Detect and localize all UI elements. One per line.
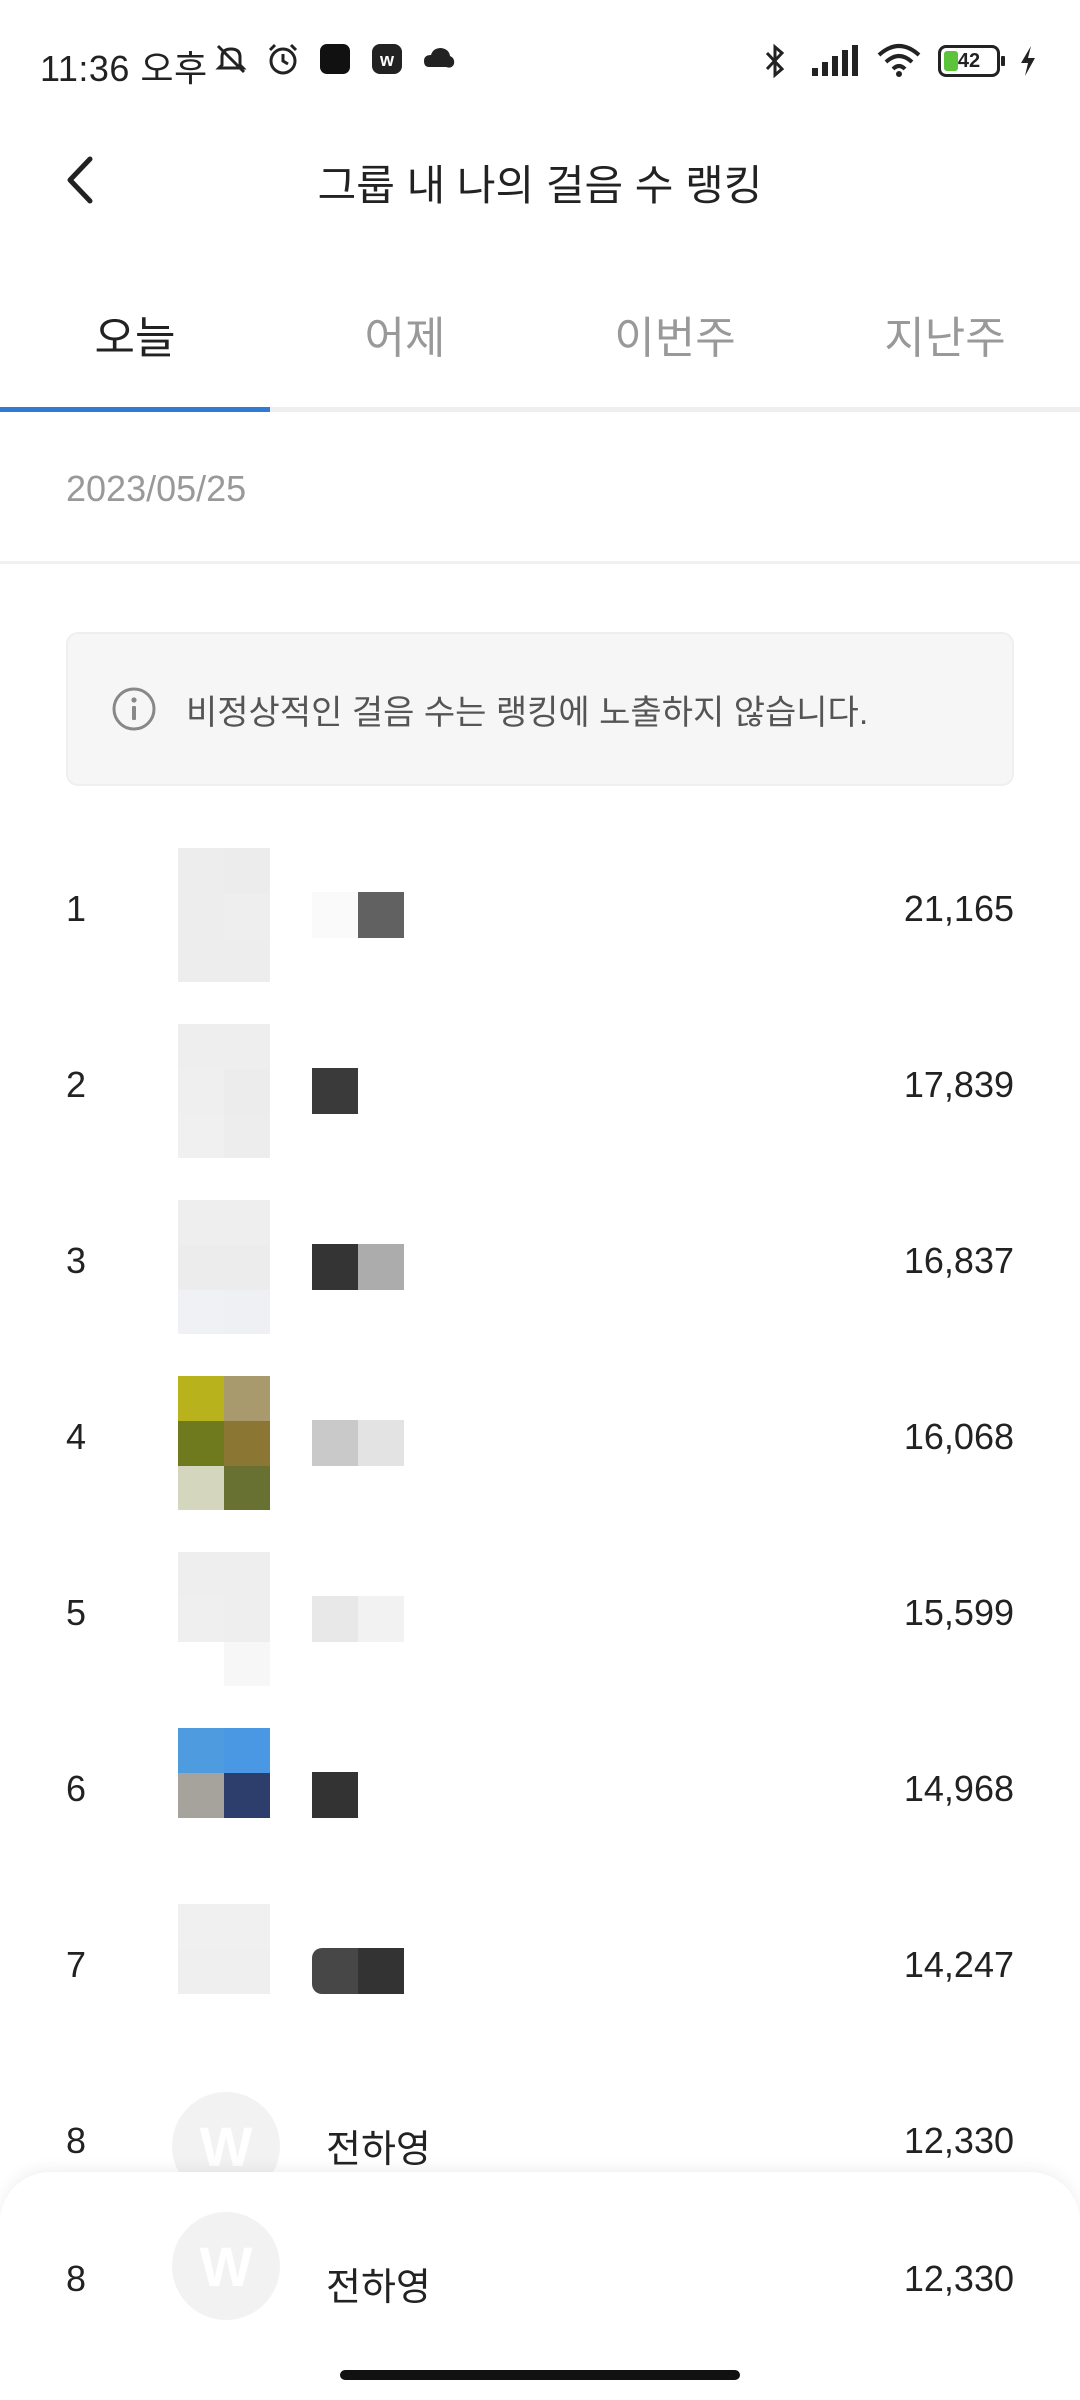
rank-number: 1 bbox=[66, 888, 87, 929]
avatar bbox=[178, 1904, 270, 2038]
tab-this-week[interactable]: 이번주 bbox=[540, 270, 810, 407]
ranking-row[interactable]: 1 21,165 bbox=[0, 820, 1080, 996]
rank-number: 8 bbox=[66, 2120, 87, 2161]
step-count: 17,839 bbox=[903, 1064, 1014, 1105]
alarm-icon bbox=[264, 40, 302, 78]
svg-text:w: w bbox=[379, 50, 395, 70]
tab-today[interactable]: 오늘 bbox=[0, 270, 270, 412]
notice-banner: 비정상적인 걸음 수는 랭킹에 노출하지 않습니다. bbox=[66, 632, 1014, 786]
home-indicator[interactable] bbox=[340, 2370, 740, 2380]
rank-number: 4 bbox=[66, 1416, 87, 1457]
avatar bbox=[178, 1552, 270, 1686]
avatar bbox=[178, 1376, 270, 1510]
notice-text: 비정상적인 걸음 수는 랭킹에 노출하지 않습니다. bbox=[186, 693, 869, 732]
step-count: 12,330 bbox=[903, 2120, 1014, 2161]
info-icon bbox=[110, 685, 158, 733]
ranking-row[interactable]: 7 14,247 bbox=[0, 1876, 1080, 2052]
member-name-masked bbox=[312, 1420, 404, 1466]
rank-number: 6 bbox=[66, 1768, 87, 1809]
cloud-icon bbox=[420, 40, 458, 78]
date-label: 2023/05/25 bbox=[66, 468, 247, 509]
battery-level: 42 bbox=[957, 49, 981, 72]
step-count: 21,165 bbox=[903, 888, 1014, 929]
avatar bbox=[178, 1200, 270, 1334]
signal-icon bbox=[810, 42, 860, 80]
member-name-masked bbox=[312, 1948, 404, 1994]
avatar bbox=[178, 1024, 270, 1158]
member-name-masked bbox=[312, 1596, 404, 1642]
rank-number: 3 bbox=[66, 1240, 87, 1281]
date-row: 2023/05/25 bbox=[0, 412, 1080, 564]
charging-icon bbox=[1016, 42, 1040, 80]
member-name: 전하영 bbox=[326, 2129, 431, 2171]
status-system-icons: 42 bbox=[756, 42, 1040, 80]
bluetooth-icon bbox=[756, 42, 794, 80]
page-title: 그룹 내 나의 걸음 수 랭킹 bbox=[317, 162, 763, 209]
member-name-masked bbox=[312, 1244, 404, 1290]
avatar bbox=[178, 848, 270, 982]
my-rank-number: 8 bbox=[66, 2258, 87, 2299]
tab-last-week[interactable]: 지난주 bbox=[810, 270, 1080, 407]
rank-number: 2 bbox=[66, 1064, 87, 1105]
step-count: 15,599 bbox=[903, 1592, 1014, 1633]
status-bar: 11:36 오후 w 42 bbox=[0, 0, 1080, 130]
tab-yesterday[interactable]: 어제 bbox=[270, 270, 540, 407]
member-name-masked bbox=[312, 1068, 358, 1114]
w-app-icon: w bbox=[368, 40, 406, 78]
my-name: 전하영 bbox=[326, 2267, 431, 2309]
app-header: 그룹 내 나의 걸음 수 랭킹 bbox=[0, 130, 1080, 230]
step-count: 16,068 bbox=[903, 1416, 1014, 1457]
ranking-row[interactable]: 4 16,068 bbox=[0, 1348, 1080, 1524]
member-name-masked bbox=[312, 1772, 358, 1818]
period-tabs: 오늘 어제 이번주 지난주 bbox=[0, 270, 1080, 412]
ranking-row[interactable]: 3 16,837 bbox=[0, 1172, 1080, 1348]
step-count: 14,968 bbox=[903, 1768, 1014, 1809]
app-black-icon bbox=[316, 40, 354, 78]
rank-number: 7 bbox=[66, 1944, 87, 1985]
avatar bbox=[178, 1728, 270, 1862]
battery-icon: 42 bbox=[938, 45, 1005, 77]
step-count: 16,837 bbox=[903, 1240, 1014, 1281]
step-count: 14,247 bbox=[903, 1944, 1014, 1985]
w-avatar-icon: W bbox=[172, 2212, 280, 2320]
member-name-masked bbox=[312, 892, 404, 938]
ranking-row[interactable]: 6 14,968 bbox=[0, 1700, 1080, 1876]
wifi-icon bbox=[876, 42, 922, 80]
status-time: 11:36 오후 bbox=[40, 48, 208, 89]
rank-number: 5 bbox=[66, 1592, 87, 1633]
ranking-row[interactable]: 5 15,599 bbox=[0, 1524, 1080, 1700]
my-step-count: 12,330 bbox=[903, 2258, 1014, 2299]
my-rank-panel[interactable]: 8 W 전하영 12,330 bbox=[0, 2172, 1080, 2400]
status-notification-icons: w bbox=[212, 40, 458, 78]
mute-icon bbox=[212, 40, 250, 78]
ranking-row[interactable]: 2 17,839 bbox=[0, 996, 1080, 1172]
ranking-list: 1 21,165 2 17,839 3 1 6,837 4 16,068 5 15… bbox=[0, 820, 1080, 2228]
